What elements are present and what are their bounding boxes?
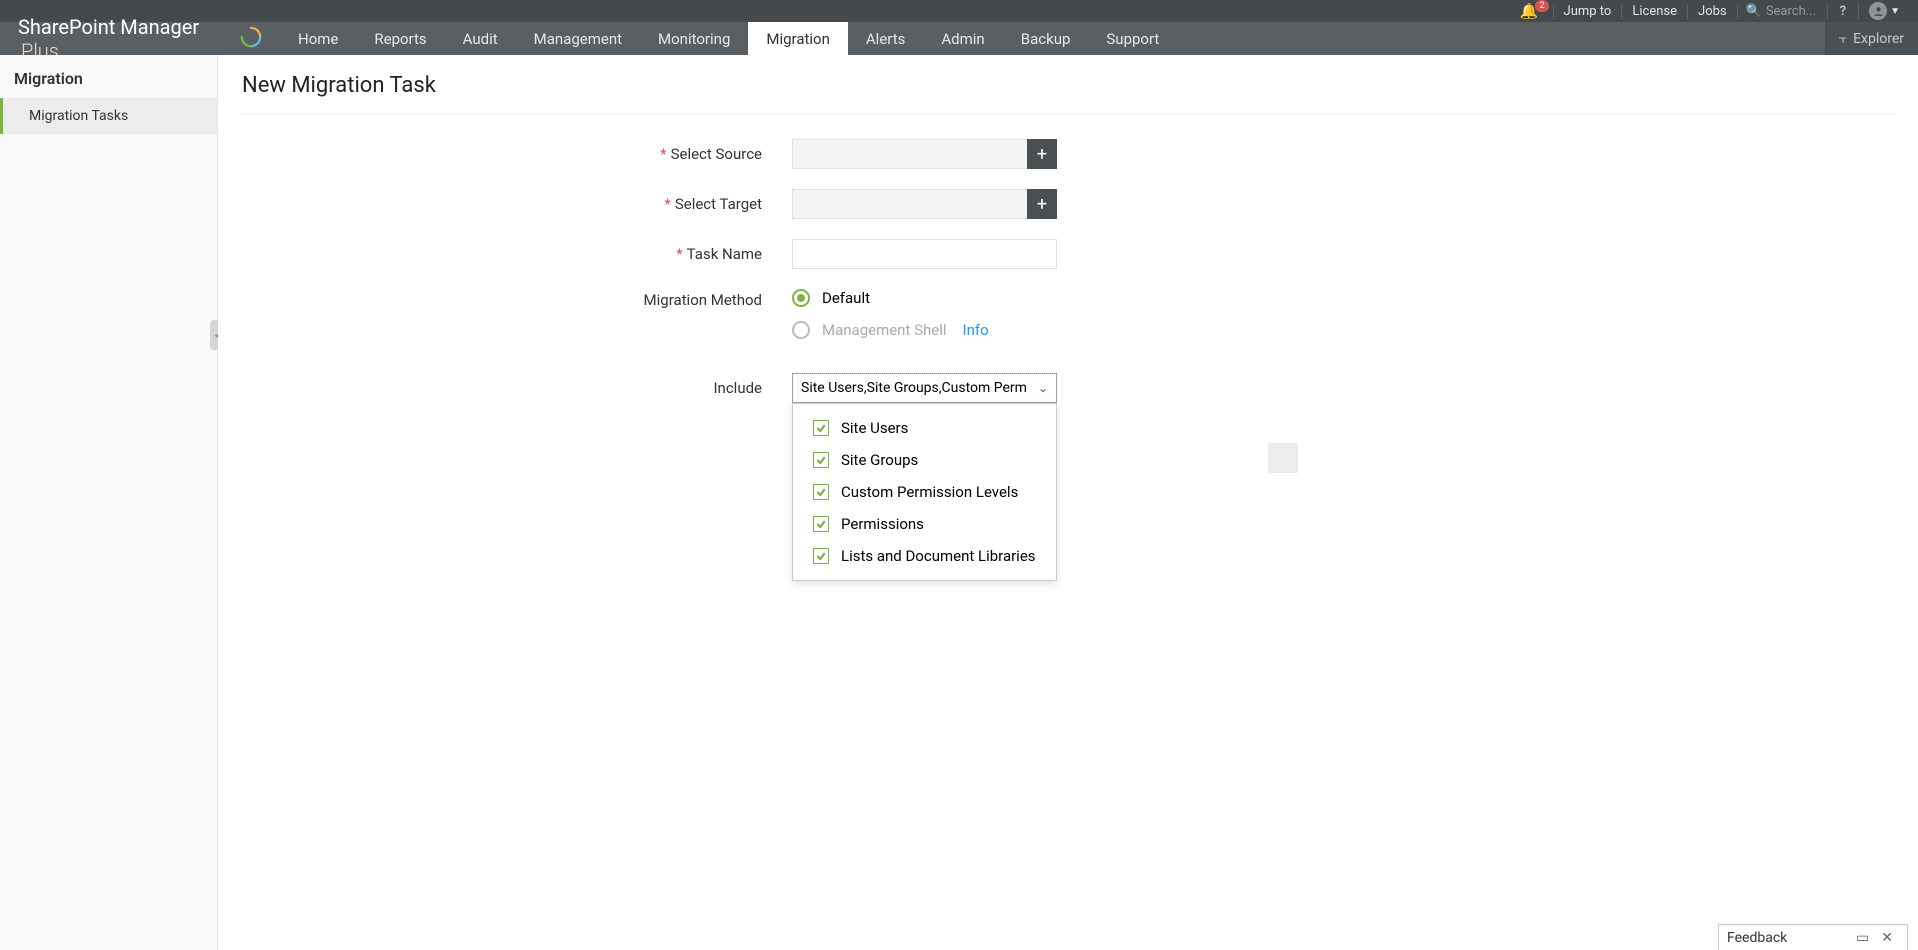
row-task-name: *Task Name (242, 239, 1894, 269)
row-migration-method: Migration Method Default Management Shel… (242, 289, 1894, 353)
radio-shell-label: Management Shell (822, 321, 947, 339)
include-option[interactable]: Permissions (793, 508, 1056, 540)
select-source-input[interactable] (792, 139, 1027, 169)
select-target-input[interactable] (792, 189, 1027, 219)
include-option-label: Custom Permission Levels (841, 483, 1018, 501)
label-migration-method: Migration Method (644, 291, 762, 309)
checkbox-icon[interactable] (813, 548, 829, 564)
checkbox-icon[interactable] (813, 516, 829, 532)
close-icon[interactable]: ✕ (1875, 930, 1899, 946)
main-nav-bar: SharePoint Manager Plus HomeReportsAudit… (0, 22, 1918, 55)
radio-shell-button[interactable] (792, 321, 810, 339)
select-source-add-button[interactable]: + (1027, 139, 1057, 169)
sidebar-section-title: Migration (0, 55, 217, 98)
sidebar-item-migration-tasks[interactable]: Migration Tasks (0, 98, 217, 134)
feedback-label: Feedback (1727, 930, 1850, 946)
main-nav-tabs: HomeReportsAuditManagementMonitoringMigr… (280, 22, 1177, 55)
jobs-link[interactable]: Jobs (1687, 4, 1737, 19)
label-select-target: Select Target (675, 195, 762, 213)
include-dropdown-value: Site Users,Site Groups,Custom Perm (801, 380, 1032, 396)
checkbox-icon[interactable] (813, 484, 829, 500)
brand-logo-icon (240, 26, 262, 52)
notification-bell-icon[interactable]: 🔔2 (1520, 2, 1539, 20)
include-dropdown-panel: Site Users Site Groups Custom Permission L… (792, 403, 1057, 581)
include-option[interactable]: Site Users (793, 412, 1056, 444)
nav-tab-reports[interactable]: Reports (356, 22, 444, 55)
caret-down-icon: ▼ (1890, 6, 1900, 17)
user-menu[interactable]: ▼ (1858, 2, 1910, 20)
checkbox-icon[interactable] (813, 452, 829, 468)
include-option-label: Site Users (841, 419, 908, 437)
row-select-target: *Select Target + (242, 189, 1894, 219)
nav-tab-migration[interactable]: Migration (748, 22, 848, 55)
radio-default[interactable]: Default (792, 289, 1192, 307)
include-option[interactable]: Custom Permission Levels (793, 476, 1056, 508)
include-dropdown[interactable]: Site Users,Site Groups,Custom Perm ⌄ (792, 373, 1057, 403)
nav-tab-support[interactable]: Support (1088, 22, 1177, 55)
include-option-label: Permissions (841, 515, 924, 533)
maximize-icon[interactable]: ▭ (1850, 930, 1875, 946)
radio-default-button[interactable] (792, 289, 810, 307)
radio-default-label: Default (822, 289, 870, 307)
include-option[interactable]: Lists and Document Libraries (793, 540, 1056, 572)
checkbox-icon[interactable] (813, 420, 829, 436)
chevron-down-icon: ⌄ (1038, 381, 1048, 395)
content-area: New Migration Task *Select Source + *Sel… (218, 55, 1918, 950)
search-placeholder: Search... (1766, 4, 1816, 19)
nav-tab-admin[interactable]: Admin (923, 22, 1002, 55)
info-link[interactable]: Info (963, 321, 989, 339)
global-search[interactable]: 🔍 Search... (1737, 4, 1827, 19)
hidden-button-edge (1268, 443, 1298, 473)
explorer-icon: ⫟ (1839, 31, 1847, 47)
utility-bar: 🔔2 Jump to License Jobs 🔍 Search... ? ▼ (0, 0, 1918, 22)
migration-form: *Select Source + *Select Target + *Task … (242, 139, 1894, 403)
nav-tab-audit[interactable]: Audit (445, 22, 516, 55)
jump-to-link[interactable]: Jump to (1553, 4, 1622, 19)
label-task-name: Task Name (687, 245, 762, 263)
include-option[interactable]: Site Groups (793, 444, 1056, 476)
label-select-source: Select Source (671, 145, 762, 163)
page-title: New Migration Task (242, 73, 1894, 115)
task-name-input[interactable] (792, 239, 1057, 269)
select-source-picker: + (792, 139, 1057, 169)
nav-tab-home[interactable]: Home (280, 22, 356, 55)
search-icon: 🔍 (1746, 4, 1762, 19)
nav-tab-management[interactable]: Management (516, 22, 640, 55)
notification-badge: 2 (1535, 0, 1548, 12)
select-target-picker: + (792, 189, 1057, 219)
include-option-label: Lists and Document Libraries (841, 547, 1036, 565)
radio-management-shell[interactable]: Management Shell Info (792, 321, 1192, 339)
row-include: Include Site Users,Site Groups,Custom Pe… (242, 373, 1894, 403)
nav-tab-backup[interactable]: Backup (1003, 22, 1089, 55)
label-include: Include (713, 379, 762, 397)
feedback-bar[interactable]: Feedback ▭ ✕ (1718, 924, 1908, 950)
nav-tab-alerts[interactable]: Alerts (848, 22, 924, 55)
sidebar: Migration Migration Tasks (0, 55, 218, 950)
include-option-label: Site Groups (841, 451, 918, 469)
help-button[interactable]: ? (1827, 4, 1858, 19)
select-target-add-button[interactable]: + (1027, 189, 1057, 219)
explorer-label: Explorer (1853, 31, 1904, 47)
explorer-button[interactable]: ⫟ Explorer (1825, 22, 1918, 55)
row-select-source: *Select Source + (242, 139, 1894, 169)
nav-tab-monitoring[interactable]: Monitoring (640, 22, 748, 55)
avatar-icon (1869, 2, 1887, 20)
license-link[interactable]: License (1621, 4, 1687, 19)
brand: SharePoint Manager Plus (0, 22, 280, 55)
